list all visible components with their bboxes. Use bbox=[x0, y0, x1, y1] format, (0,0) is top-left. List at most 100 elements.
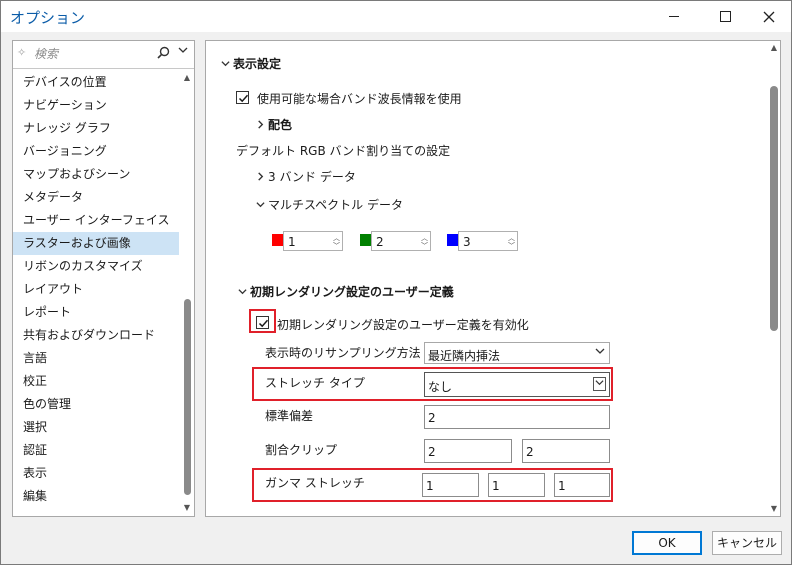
scroll-up-icon[interactable]: ▲ bbox=[180, 71, 194, 85]
enable-rendering-checkbox[interactable] bbox=[256, 316, 269, 329]
stretch-type-select[interactable]: なし bbox=[424, 372, 610, 397]
title-bar: オプション bbox=[1, 1, 791, 32]
spin-up-icon[interactable]: ︿ bbox=[421, 234, 428, 242]
resampling-select[interactable]: 最近隣内挿法 bbox=[424, 342, 610, 364]
display-settings-header[interactable]: 表示設定 bbox=[221, 55, 281, 72]
checkmark-icon bbox=[238, 94, 249, 103]
spin-down-icon[interactable]: ﹀ bbox=[333, 242, 340, 250]
gamma-input-3[interactable]: 1 bbox=[554, 473, 610, 497]
chevron-down-icon[interactable] bbox=[178, 45, 188, 58]
ok-button[interactable]: OK bbox=[632, 531, 702, 555]
scroll-thumb[interactable] bbox=[770, 86, 778, 331]
color-scheme-header[interactable]: 配色 bbox=[256, 116, 292, 133]
spin-up-icon[interactable]: ︿ bbox=[333, 234, 340, 242]
rendering-header[interactable]: 初期レンダリング設定のユーザー定義 bbox=[238, 283, 454, 300]
chevron-down-icon bbox=[256, 200, 268, 212]
chevron-down-icon bbox=[221, 59, 233, 71]
checkmark-icon bbox=[258, 319, 269, 328]
nav-item[interactable]: 校正 bbox=[13, 370, 179, 393]
close-icon bbox=[763, 11, 775, 22]
gamma-value: 1 bbox=[426, 479, 434, 493]
chevron-down-icon[interactable] bbox=[593, 377, 606, 391]
section-title: 初期レンダリング設定のユーザー定義 bbox=[250, 285, 454, 299]
blue-band-swatch bbox=[447, 234, 458, 246]
green-band-spinner[interactable]: 2 ︿ ﹀ bbox=[371, 231, 431, 251]
percent-clip-label: 割合クリップ bbox=[265, 443, 338, 457]
nav-item[interactable]: ナレッジ グラフ bbox=[13, 117, 179, 140]
nav-item[interactable]: 表示 bbox=[13, 462, 179, 485]
resampling-value: 最近隣内挿法 bbox=[428, 349, 501, 363]
std-dev-label: 標準偏差 bbox=[265, 409, 314, 423]
percent-clip-max-input[interactable]: 2 bbox=[522, 439, 610, 463]
window-title: オプション bbox=[10, 9, 86, 27]
nav-item[interactable]: デバイスの位置 bbox=[13, 71, 179, 94]
settings-scrollbar[interactable]: ▲ ▼ bbox=[767, 41, 780, 516]
three-band-header[interactable]: 3 バンド データ bbox=[256, 168, 356, 185]
nav-item[interactable]: ラスターおよび画像 bbox=[13, 232, 179, 255]
gamma-input-1[interactable]: 1 bbox=[422, 473, 479, 497]
nav-item[interactable]: 編集 bbox=[13, 485, 179, 508]
use-band-info-checkbox[interactable] bbox=[236, 91, 249, 104]
nav-item[interactable]: マップおよびシーン bbox=[13, 163, 179, 186]
section-title: マルチスペクトル データ bbox=[268, 198, 403, 212]
maximize-button[interactable] bbox=[702, 1, 748, 32]
use-band-info-label: 使用可能な場合バンド波長情報を使用 bbox=[257, 92, 462, 106]
green-band-value: 2 bbox=[376, 235, 384, 249]
red-band-spinner[interactable]: 1 ︿ ﹀ bbox=[283, 231, 343, 251]
scroll-down-icon[interactable]: ▼ bbox=[180, 501, 194, 515]
spin-up-icon[interactable]: ︿ bbox=[508, 234, 515, 242]
nav-item[interactable]: ナビゲーション bbox=[13, 94, 179, 117]
cancel-button[interactable]: キャンセル bbox=[712, 531, 782, 555]
multispectral-header[interactable]: マルチスペクトル データ bbox=[256, 196, 403, 213]
gamma-value: 1 bbox=[558, 479, 566, 493]
search-box: ✧ bbox=[14, 42, 193, 65]
stretch-type-label: ストレッチ タイプ bbox=[265, 376, 365, 390]
chevron-down-icon bbox=[593, 346, 606, 360]
default-rgb-label: デフォルト RGB バンド割り当ての設定 bbox=[236, 144, 451, 158]
nav-item[interactable]: メタデータ bbox=[13, 186, 179, 209]
percent-clip-min-value: 2 bbox=[428, 445, 436, 459]
settings-panel: 表示設定 使用可能な場合バンド波長情報を使用 配色 デフォルト RGB バンド割… bbox=[205, 40, 781, 517]
search-icon[interactable] bbox=[157, 46, 170, 62]
nav-item[interactable]: 共有およびダウンロード bbox=[13, 324, 179, 347]
percent-clip-min-input[interactable]: 2 bbox=[424, 439, 512, 463]
blue-band-spinner[interactable]: 3 ︿ ﹀ bbox=[458, 231, 518, 251]
spin-down-icon[interactable]: ﹀ bbox=[421, 242, 428, 250]
minimize-icon bbox=[669, 16, 679, 17]
nav-item[interactable]: ユーザー インターフェイス bbox=[13, 209, 179, 232]
enable-rendering-label: 初期レンダリング設定のユーザー定義を有効化 bbox=[277, 318, 529, 332]
std-dev-value: 2 bbox=[428, 411, 436, 425]
nav-item[interactable]: バージョニング bbox=[13, 140, 179, 163]
chevron-down-icon bbox=[238, 287, 250, 299]
nav-item[interactable]: 認証 bbox=[13, 439, 179, 462]
scroll-up-icon[interactable]: ▲ bbox=[767, 41, 780, 55]
scroll-down-icon[interactable]: ▼ bbox=[767, 502, 780, 516]
green-band-swatch bbox=[360, 234, 371, 246]
resampling-label: 表示時のリサンプリング方法 bbox=[265, 346, 421, 360]
scroll-thumb[interactable] bbox=[184, 299, 191, 495]
nav-item[interactable]: 言語 bbox=[13, 347, 179, 370]
maximize-icon bbox=[719, 11, 731, 22]
gamma-label: ガンマ ストレッチ bbox=[265, 476, 365, 490]
close-button[interactable] bbox=[746, 1, 792, 32]
section-title: 3 バンド データ bbox=[268, 170, 356, 184]
nav-item[interactable]: 色の管理 bbox=[13, 393, 179, 416]
search-input[interactable] bbox=[34, 45, 154, 62]
category-list: デバイスの位置 ナビゲーション ナレッジ グラフ バージョニング マップおよびシーン メタ… bbox=[13, 71, 179, 508]
gamma-value: 1 bbox=[492, 479, 500, 493]
section-title: 配色 bbox=[268, 118, 293, 132]
gamma-input-2[interactable]: 1 bbox=[488, 473, 545, 497]
minimize-button[interactable] bbox=[651, 1, 697, 32]
nav-item[interactable]: リボンのカスタマイズ bbox=[13, 255, 179, 278]
spin-down-icon[interactable]: ﹀ bbox=[508, 242, 515, 250]
category-scrollbar[interactable]: ▲ ▼ bbox=[180, 71, 194, 515]
nav-item[interactable]: レポート bbox=[13, 301, 179, 324]
blue-band-value: 3 bbox=[463, 235, 471, 249]
nav-item[interactable]: レイアウト bbox=[13, 278, 179, 301]
std-dev-input[interactable]: 2 bbox=[424, 405, 610, 429]
section-title: 表示設定 bbox=[233, 57, 282, 71]
chevron-right-icon bbox=[256, 120, 268, 132]
chevron-right-icon bbox=[256, 172, 268, 184]
nav-item[interactable]: 選択 bbox=[13, 416, 179, 439]
percent-clip-max-value: 2 bbox=[526, 445, 534, 459]
